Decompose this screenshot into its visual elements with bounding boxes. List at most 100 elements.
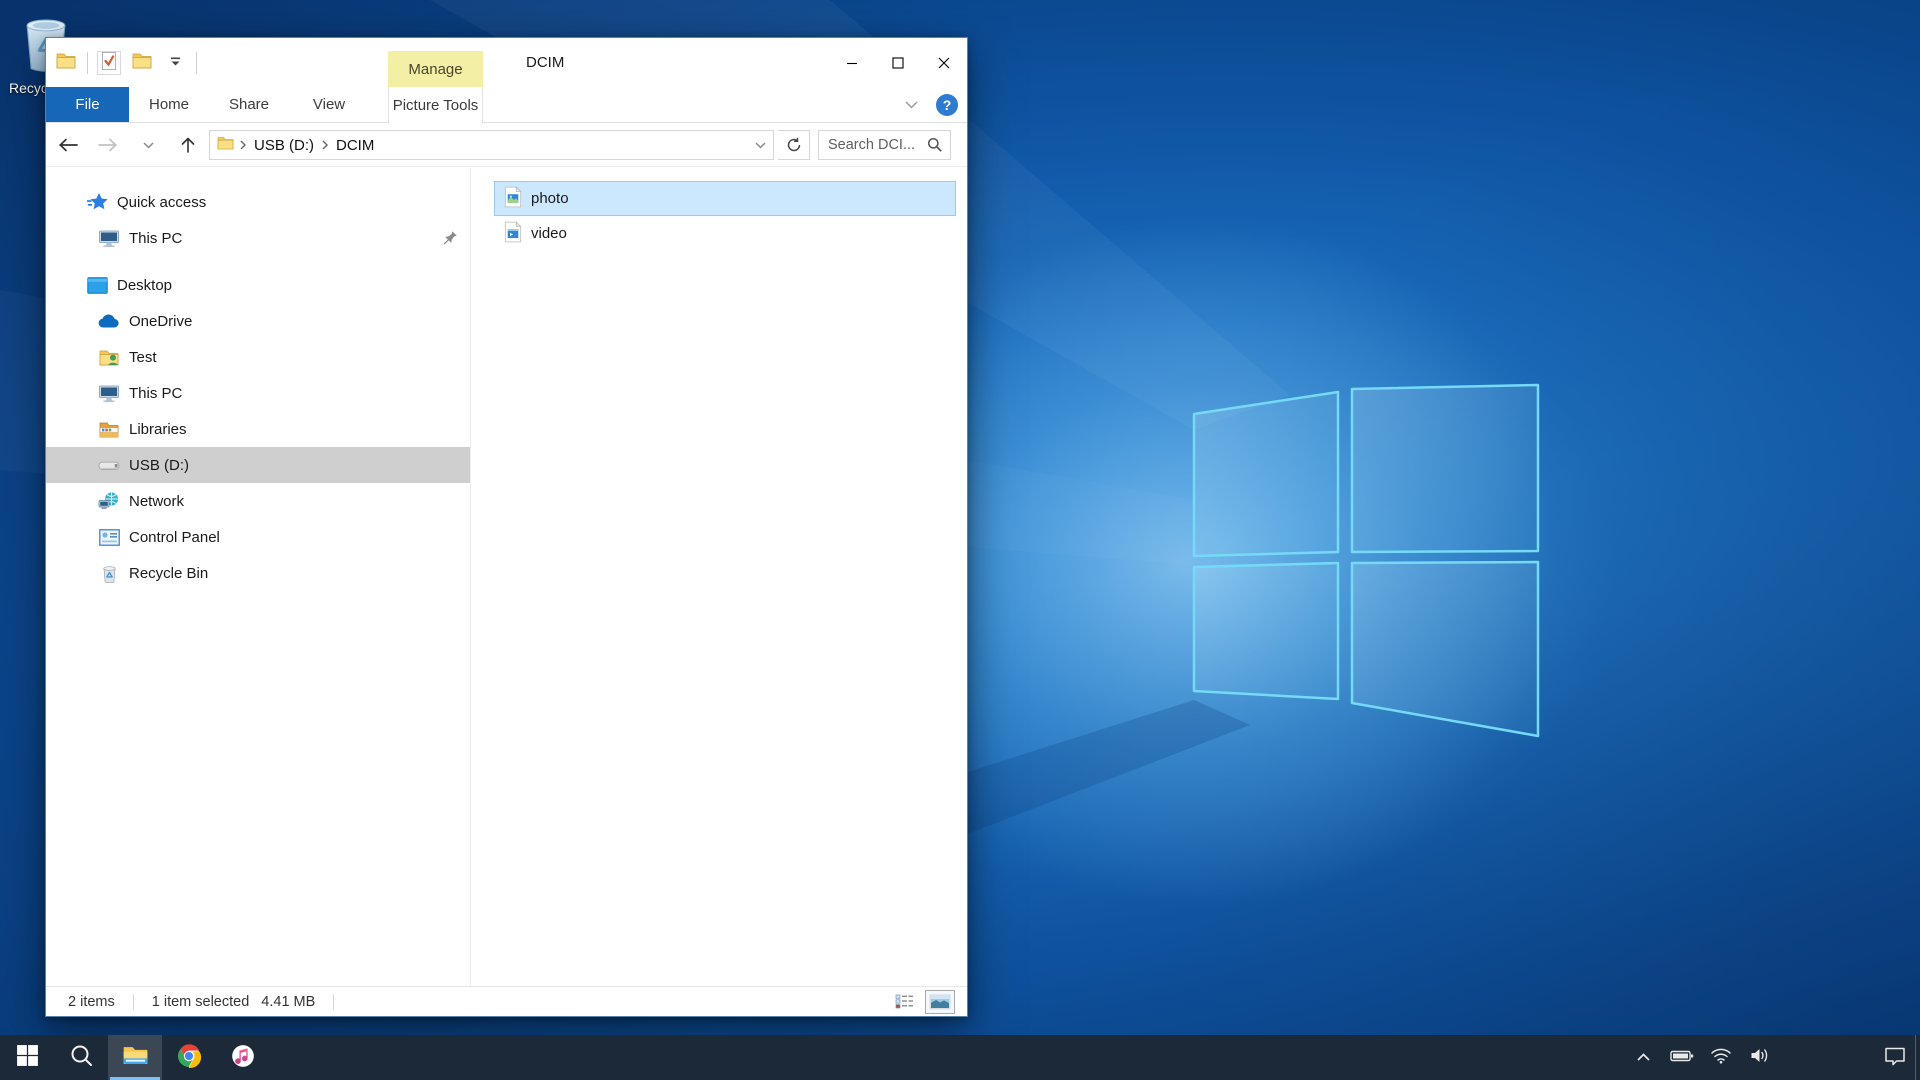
system-tray [1630,1035,1773,1080]
qat-folder-button[interactable] [54,51,78,75]
sidebar-item-label: Libraries [129,421,187,438]
sidebar-item-recycle-bin[interactable]: Recycle Bin [46,555,470,591]
qat-customize-dropdown-button[interactable] [163,51,187,75]
hidden-icons-chevron-icon [1636,1049,1651,1066]
chrome-icon [176,1043,202,1073]
sidebar-item-onedrive[interactable]: OneDrive [46,303,470,339]
search-input[interactable] [819,131,923,159]
chevron-right-icon [240,140,246,150]
action-center-button[interactable] [1875,1035,1915,1080]
address-dropdown-button[interactable] [747,131,773,159]
selection-count: 1 item selected [152,994,250,1010]
show-desktop-button[interactable] [1915,1035,1920,1080]
details-view-button[interactable] [889,990,919,1014]
action-center-icon [1884,1046,1906,1070]
ribbon-collapse-button[interactable] [897,87,925,123]
cloud-icon [98,314,120,329]
tray-wifi-button[interactable] [1708,1035,1734,1080]
close-icon [938,57,950,69]
up-button[interactable] [176,132,200,158]
sidebar-item-control-panel[interactable]: Control Panel [46,519,470,555]
qat-separator [87,52,88,74]
tray-hidden-icons-chevron-button[interactable] [1630,1035,1656,1080]
sidebar-item-label: Quick access [117,194,206,211]
title-bar[interactable]: Manage DCIM [46,38,967,87]
control-panel-icon [98,529,120,546]
network-icon [98,492,120,510]
taskbar-start-button[interactable] [0,1035,54,1080]
details-view-icon [895,994,914,1009]
start-icon [15,1043,40,1072]
chevron-down-icon [755,142,766,149]
taskbar-search-button[interactable] [54,1035,108,1080]
search-box[interactable] [818,130,951,160]
sidebar-item-label: USB (D:) [129,457,189,474]
recent-locations-button[interactable] [136,132,160,158]
sidebar-item-desktop[interactable]: Desktop [46,267,470,303]
file-item-photo[interactable]: photo [494,181,956,216]
sidebar-item-usb-d-[interactable]: USB (D:) [46,447,470,483]
sidebar-item-network[interactable]: Network [46,483,470,519]
sidebar-item-label: Test [129,349,157,366]
file-explorer-icon [122,1044,149,1071]
items-count: 2 items [68,994,115,1010]
sidebar-item-test[interactable]: Test [46,339,470,375]
taskbar-file-explorer-button[interactable] [108,1035,162,1080]
refresh-button[interactable] [778,130,810,160]
file-item-video[interactable]: video [494,216,956,251]
sidebar-item-libraries[interactable]: Libraries [46,411,470,447]
file-explorer-window: Manage DCIM FileHomeShareView Picture Too… [45,37,968,1017]
large-icons-view-button[interactable] [925,990,955,1014]
up-arrow-icon [180,137,196,153]
tab-picture-tools[interactable]: Picture Tools [388,87,483,123]
video-file-icon [504,221,522,247]
sidebar-item-this-pc[interactable]: This PC [46,220,470,256]
tab-file[interactable]: File [46,87,129,122]
tab-share[interactable]: Share [209,87,289,122]
usb-drive-icon [98,459,120,472]
qat-properties-check-button[interactable] [97,51,121,75]
sidebar-item-label: Network [129,493,184,510]
close-button[interactable] [921,38,967,87]
help-button[interactable]: ? [936,94,958,116]
user-folder-icon [98,349,120,366]
file-name: video [531,225,567,242]
breadcrumb-folder[interactable]: DCIM [334,137,376,154]
contextual-tab-group: Manage [388,51,483,87]
itunes-icon [230,1043,256,1073]
sidebar-item-quick-access[interactable]: Quick access [46,184,470,220]
sidebar-item-label: Desktop [117,277,172,294]
wifi-icon [1710,1047,1732,1068]
tray-volume-button[interactable] [1747,1035,1773,1080]
file-list: photo video [471,168,967,251]
file-list-pane[interactable]: photo video [470,168,967,986]
chevron-down-icon [905,101,918,109]
taskbar-chrome-button[interactable] [162,1035,216,1080]
volume-icon [1750,1047,1770,1068]
monitor-icon [98,384,120,403]
address-bar[interactable]: USB (D:) DCIM [209,130,774,160]
breadcrumb-drive[interactable]: USB (D:) [252,137,316,154]
sidebar-item-label: Recycle Bin [129,565,208,582]
window-content: Quick access This PC Desktop OneDrive Test Th… [46,168,967,986]
taskbar [0,1035,1920,1080]
tray-battery-button[interactable] [1669,1035,1695,1080]
navigation-toolbar: USB (D:) DCIM [46,123,967,167]
back-button[interactable] [56,132,80,158]
back-arrow-icon [58,138,78,152]
maximize-button[interactable] [875,38,921,87]
chevron-right-icon [322,140,328,150]
sidebar-item-this-pc[interactable]: This PC [46,375,470,411]
navigation-pane: Quick access This PC Desktop OneDrive Test Th… [46,168,470,986]
monitor-icon [98,229,120,248]
forward-button[interactable] [96,132,120,158]
taskbar-itunes-button[interactable] [216,1035,270,1080]
status-divider [133,994,134,1010]
search-icon[interactable] [927,137,943,157]
tab-view[interactable]: View [289,87,369,122]
minimize-button[interactable] [829,38,875,87]
taskbar-buttons [0,1035,270,1080]
sidebar-item-label: This PC [129,230,182,247]
qat-new-folder-button[interactable] [130,51,154,75]
tab-home[interactable]: Home [129,87,209,122]
